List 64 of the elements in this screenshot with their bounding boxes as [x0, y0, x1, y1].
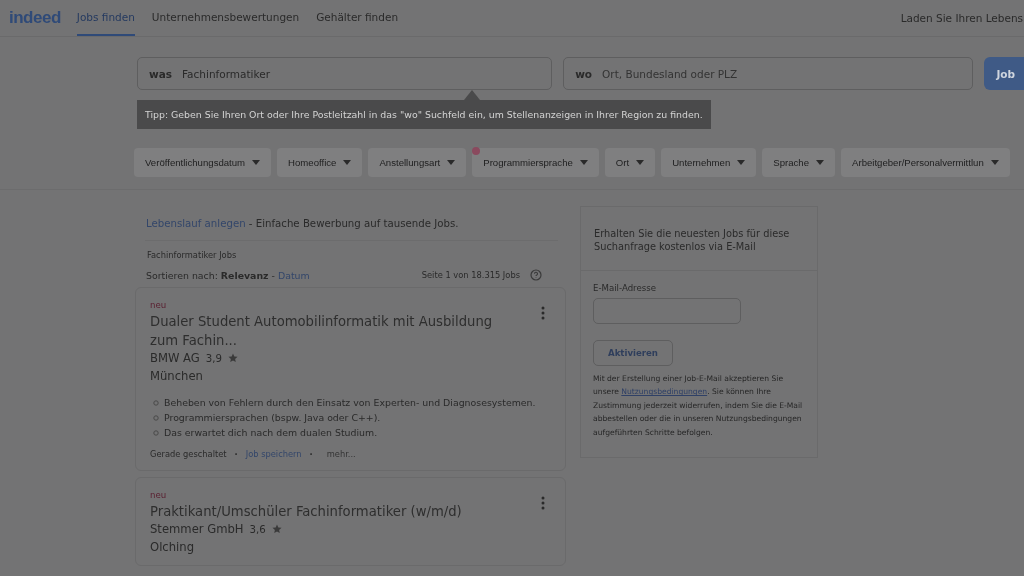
sort-label: Sortieren nach: Relevanz - [146, 269, 275, 281]
what-input[interactable]: Fachinformatiker [182, 67, 541, 80]
field-label: wo [575, 67, 593, 80]
bullet-icon [153, 399, 159, 406]
separator-dot: · [234, 449, 238, 459]
job-alert-title: Erhalten Sie die neuesten Jobs für diese Suchanfrage kostenlos via E-Mail [581, 207, 817, 271]
tooltip: Tipp: Geben Sie Ihren Ort oder Ihre Postleitzahl in das "wo" Suchfeld ein, um Stellenanzeigen in Ihrer Region zu finden. [137, 100, 711, 129]
filter-dropdown[interactable]: Ort [604, 148, 656, 177]
nav-tab[interactable]: Gehälter finden [316, 0, 399, 36]
job-title[interactable]: Praktikant/Umschüler Fachinformatiker (w/m/d) [150, 502, 500, 521]
job-snippet: Beheben von Fehlern durch den Einsatz von Experten- und Diagnosesystemen. [164, 396, 536, 410]
nav-tab[interactable]: Unternehmensbewertungen [151, 0, 300, 36]
caret-icon [447, 160, 456, 165]
more-link[interactable]: mehr... [326, 449, 356, 459]
new-label: neu [150, 300, 168, 310]
company-rating: 3,9 [205, 352, 223, 364]
caret-icon [252, 160, 261, 165]
caret-icon [816, 160, 825, 165]
sort-by-date-link[interactable]: Datum [277, 269, 310, 281]
company-name: Stemmer GmbH [150, 522, 244, 536]
job-location: München [150, 369, 204, 383]
find-jobs-button[interactable]: Job [984, 57, 1024, 90]
caret-icon [343, 160, 352, 165]
save-job-link[interactable]: Job speichern [245, 449, 302, 459]
job-location: Olching [150, 540, 195, 554]
filter-dropdown[interactable]: Arbeitgeber/Personalvermittlun [841, 148, 1010, 177]
caret-icon [737, 160, 746, 165]
filter-dropdown[interactable]: Unternehmen [661, 148, 757, 177]
job-card[interactable]: neu Praktikant/Umschüler Fachinformatiker (w/m/d) Stemmer GmbH 3,6 Olching [135, 477, 566, 566]
results-heading: Fachinformatiker Jobs [147, 250, 238, 260]
caret-icon [990, 160, 999, 165]
caret-icon [636, 160, 645, 165]
company-name: BMW AG [150, 351, 200, 365]
promo-text: Lebenslauf anlegen - Einfache Bewerbung auf tausende Jobs. [146, 218, 460, 229]
bullet-icon [153, 414, 159, 421]
job-title[interactable]: Dualer Student Automobilinformatik mit Ausbildung zum Fachin... [150, 312, 500, 350]
filter-dropdown[interactable]: Homeoffice [277, 148, 363, 177]
page-count: Seite 1 von 18.315 Jobs [421, 270, 520, 280]
separator-dot: · [309, 449, 313, 459]
more-options-icon[interactable] [541, 496, 545, 510]
star-icon [271, 524, 282, 534]
help-icon[interactable] [530, 269, 542, 281]
email-label: E-Mail-Adresse [593, 283, 657, 293]
field-label: was [149, 67, 173, 80]
logo[interactable]: indeed [9, 8, 61, 28]
filter-dropdown[interactable]: Anstellungsart [368, 148, 467, 177]
posted-date: Gerade geschaltet [150, 449, 227, 459]
where-input[interactable]: Ort, Bundesland oder PLZ [602, 67, 962, 80]
star-icon [228, 353, 239, 363]
new-label: neu [150, 490, 168, 500]
job-snippet: Das erwartet dich nach dem dualen Studium. [164, 426, 378, 440]
activate-button[interactable]: Aktivieren [593, 340, 673, 366]
filter-dropdown[interactable]: Sprache [762, 148, 836, 177]
job-card[interactable] [135, 287, 566, 471]
filter-dropdown[interactable]: Veröffentlichungsdatum [134, 148, 272, 177]
caret-icon [579, 160, 588, 165]
company-rating: 3,6 [249, 523, 266, 535]
more-options-icon[interactable] [541, 306, 545, 320]
bullet-icon [153, 429, 159, 436]
nav-tab[interactable]: Jobs finden [76, 0, 135, 36]
search-field[interactable]: wo Ort, Bundesland oder PLZ [563, 57, 974, 90]
job-snippet: Programmiersprachen (bspw. Java oder C++). [164, 411, 381, 425]
create-resume-link[interactable]: Lebenslauf anlegen [146, 218, 246, 229]
filter-dropdown[interactable]: Programmiersprache [472, 148, 599, 177]
